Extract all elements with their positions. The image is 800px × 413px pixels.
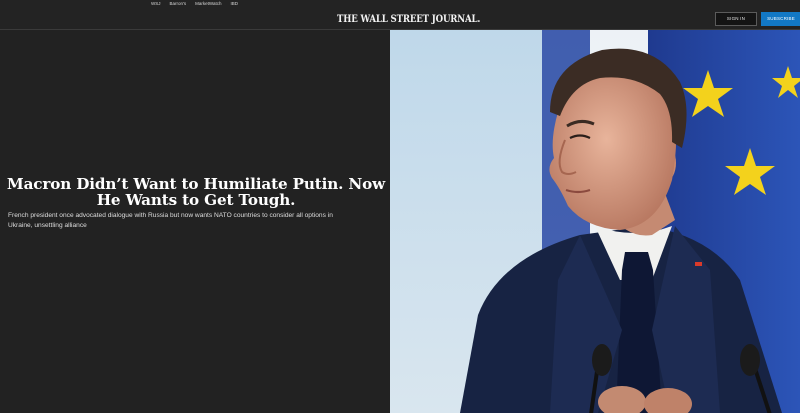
subscribe-button[interactable]: SUBSCRIBE	[761, 12, 800, 26]
masthead-logo[interactable]: THE WALL STREET JOURNAL.	[337, 13, 480, 25]
link-marketwatch[interactable]: MarketWatch	[195, 0, 221, 9]
hero-image[interactable]	[390, 30, 800, 413]
top-bar: WSJ Barron's MarketWatch IBD THE WALL ST…	[0, 0, 800, 30]
link-wsj[interactable]: WSJ	[151, 0, 161, 9]
link-barrons[interactable]: Barron's	[170, 0, 187, 9]
hero-photo	[390, 30, 800, 413]
sign-in-button[interactable]: SIGN IN	[715, 12, 757, 26]
network-links: WSJ Barron's MarketWatch IBD	[151, 0, 238, 9]
article-headline[interactable]: Macron Didn’t Want to Humiliate Putin. N…	[4, 176, 388, 208]
link-ibd[interactable]: IBD	[230, 0, 238, 9]
article-dek: French president once advocated dialogue…	[8, 212, 333, 229]
